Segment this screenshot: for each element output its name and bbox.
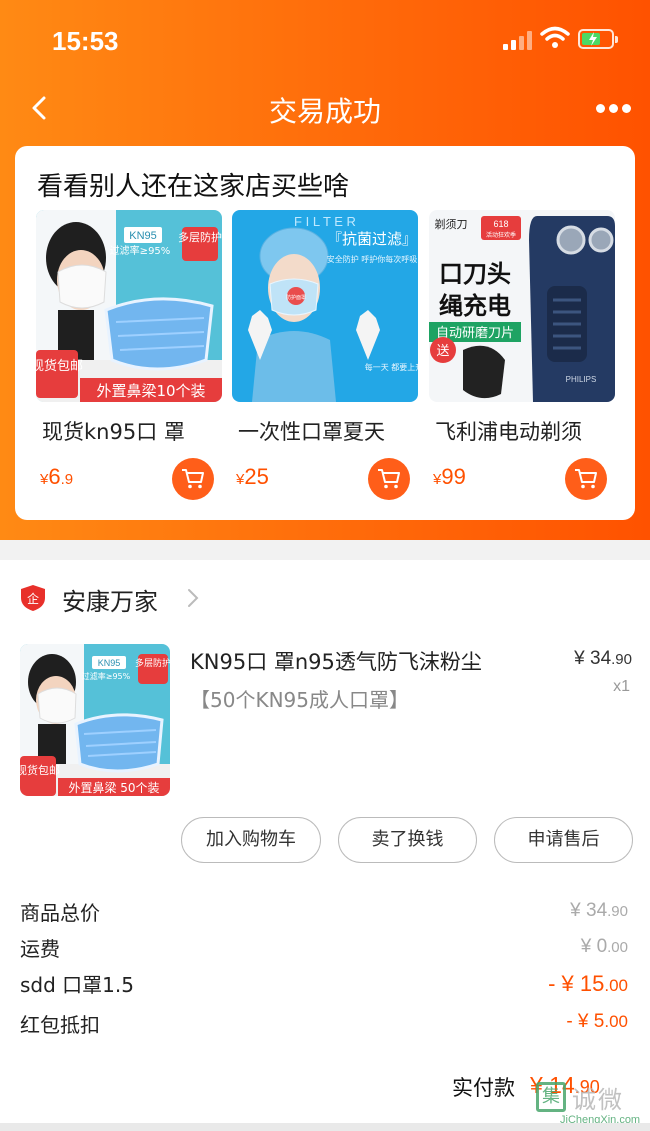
recommended-product-price: ¥6.9 [40,464,74,489]
product-image[interactable]: KN95 过滤率≥95% 多层防护 现货包邮 外置鼻梁10个装 [36,210,222,402]
paid-amount-label: 实付款 [452,1076,515,1100]
recommended-product-name[interactable]: 一次性口罩夏天 [238,416,418,446]
svg-text:绳充电: 绳充电 [439,292,511,320]
svg-text:送: 送 [436,344,449,359]
cart-icon [575,469,597,489]
wifi-icon [540,26,570,52]
summary-value: - ¥ 5.00 [566,1011,628,1032]
add-to-cart-button[interactable] [368,458,410,500]
chevron-right-icon[interactable] [186,587,200,609]
shop-name[interactable]: 安康万家 [62,582,158,617]
svg-text:每一天 都要上升: 每一天 都要上升 [365,362,418,372]
summary-label: sdd 口罩1.5 [20,973,134,997]
recommendation-title: 看看别人还在这家店买些啥 [37,172,350,202]
nav-bar: 交易成功 [0,80,650,140]
after-sale-button[interactable]: 申请售后 [494,817,633,863]
status-time: 15:53 [52,26,119,56]
svg-text:外置鼻梁 50个装: 外置鼻梁 50个装 [68,780,159,795]
svg-text:多层防护: 多层防护 [135,657,170,669]
svg-text:KN95: KN95 [129,230,157,242]
recommended-product[interactable]: KN95 过滤率≥95% 多层防护 现货包邮 外置鼻梁10个装 现货kn95口 … [36,210,222,510]
product-quantity: x1 [613,678,630,695]
shop-badge-icon: 企 [20,584,46,612]
cart-icon [378,469,400,489]
svg-text:多层防护: 多层防护 [178,230,222,244]
svg-text:现货包邮: 现货包邮 [36,358,83,374]
svg-text:『抗菌过滤』: 『抗菌过滤』 [327,230,417,248]
page-title: 交易成功 [268,95,381,128]
summary-label: 商品总价 [20,901,100,925]
product-image[interactable]: KN95 过滤率≥95% 多层防护 现货包邮 外置鼻梁 50个装 [20,644,170,796]
bottom-divider [0,1123,650,1131]
recommended-product[interactable]: 剃须刀 618 活动狂欢季 口刀头 绳充电 自动研磨刀片 PHILIPS 送 飞… [429,210,615,510]
product-image[interactable]: F I L T E R 『抗菌过滤』 安全防护 呼护你每次呼吸 防护面罩 每一天… [232,210,418,402]
product-sku: 【50个KN95成人口罩】 [190,688,409,712]
battery-icon [578,29,618,49]
svg-text:口刀头: 口刀头 [439,260,511,288]
svg-text:过滤率≥95%: 过滤率≥95% [110,244,171,257]
order-card: 企 安康万家 KN95 过滤率≥95% 多层防护 现货包邮 外置鼻梁 50个装 [0,560,650,1131]
status-bar: 15:53 [0,0,650,80]
summary-value: ¥ 34.90 [570,900,628,921]
product-title[interactable]: KN95口 罩n95透气防飞沫粉尘 [190,646,482,676]
product-image[interactable]: 剃须刀 618 活动狂欢季 口刀头 绳充电 自动研磨刀片 PHILIPS 送 [429,210,615,402]
svg-text:剃须刀: 剃须刀 [435,218,468,231]
svg-text:618: 618 [493,219,508,229]
signal-icon [503,30,533,50]
svg-text:活动狂欢季: 活动狂欢季 [486,231,516,239]
recommended-product-name[interactable]: 飞利浦电动剃须 [435,416,615,446]
svg-text:现货包邮: 现货包邮 [20,763,60,777]
svg-text:PHILIPS: PHILIPS [566,375,597,384]
recommended-product-name[interactable]: 现货kn95口 罩 [42,416,222,446]
add-to-cart-button[interactable]: 加入购物车 [181,817,321,863]
product-price: ¥ 34.90 [574,648,632,669]
resell-button[interactable]: 卖了换钱 [338,817,477,863]
summary-value: - ¥ 15.00 [548,971,628,996]
summary-label: 红包抵扣 [20,1013,100,1037]
recommended-product-price: ¥99 [433,464,466,489]
svg-text:安全防护 呼护你每次呼吸: 安全防护 呼护你每次呼吸 [327,254,418,264]
summary-label: 运费 [20,937,60,961]
recommended-product[interactable]: F I L T E R 『抗菌过滤』 安全防护 呼护你每次呼吸 防护面罩 每一天… [232,210,418,510]
svg-text:防护面罩: 防护面罩 [286,294,306,301]
more-options-icon[interactable] [596,104,632,114]
svg-text:过滤率≥95%: 过滤率≥95% [82,671,131,681]
cart-icon [182,469,204,489]
svg-text:外置鼻梁10个装: 外置鼻梁10个装 [96,382,205,400]
recommendation-card: 看看别人还在这家店买些啥 KN95 过滤率≥95% 多层防护 现货包邮 外置鼻梁… [15,146,635,520]
svg-text:F I L T E R: F I L T E R [294,214,356,229]
add-to-cart-button[interactable] [565,458,607,500]
svg-text:企: 企 [27,591,39,606]
svg-text:KN95: KN95 [98,658,121,668]
add-to-cart-button[interactable] [172,458,214,500]
summary-value: ¥ 0.00 [580,936,628,957]
recommended-product-price: ¥25 [236,464,269,489]
